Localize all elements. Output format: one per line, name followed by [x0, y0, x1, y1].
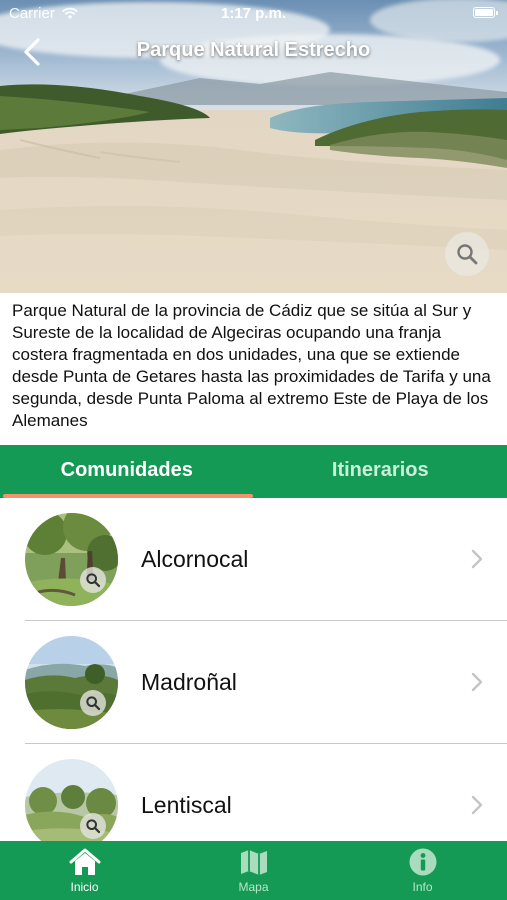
info-icon — [409, 848, 436, 876]
tabbar-label: Info — [412, 880, 433, 894]
thumbnail-zoom-icon — [80, 690, 106, 716]
page-title: Parque Natural Estrecho — [136, 39, 371, 61]
navigation-bar: Parque Natural Estrecho — [0, 30, 507, 74]
communities-list[interactable]: Alcornocal Madroñal Lentiscal — [0, 498, 507, 841]
segment-tabs: Comunidades Itinerarios — [0, 445, 507, 498]
bottom-tab-bar: Inicio Mapa Info — [0, 841, 507, 900]
community-thumbnail — [25, 513, 118, 606]
community-label: Lentiscal — [141, 792, 232, 818]
tab-itinerarios[interactable]: Itinerarios — [254, 445, 507, 498]
community-thumbnail — [25, 636, 118, 729]
list-item[interactable]: Alcornocal — [0, 498, 507, 620]
chevron-right-icon — [471, 672, 483, 692]
thumbnail-zoom-icon — [80, 567, 106, 593]
community-label: Madroñal — [141, 669, 237, 695]
image-zoom-button[interactable] — [445, 232, 489, 276]
tabbar-item-mapa[interactable]: Mapa — [169, 841, 338, 900]
list-item[interactable]: Lentiscal — [0, 744, 507, 841]
thumbnail-zoom-icon — [80, 813, 106, 839]
status-bar: Carrier 1:17 p.m. — [0, 0, 507, 28]
tabbar-item-info[interactable]: Info — [338, 841, 507, 900]
status-time: 1:17 p.m. — [220, 5, 287, 22]
tab-comunidades[interactable]: Comunidades — [0, 445, 254, 498]
chevron-right-icon — [471, 549, 483, 569]
community-label: Alcornocal — [141, 546, 249, 572]
hero-image: Carrier 1:17 p.m. Parque Natural Estrech… — [0, 0, 507, 293]
magnifier-icon — [457, 244, 478, 265]
park-description: Parque Natural de la provincia de Cádiz … — [12, 301, 491, 430]
tabbar-label: Inicio — [70, 880, 99, 894]
chevron-right-icon — [471, 795, 483, 815]
map-icon — [240, 850, 267, 875]
battery-icon — [473, 7, 498, 18]
home-icon — [69, 848, 100, 875]
list-item[interactable]: Madroñal — [0, 621, 507, 743]
tabbar-label: Mapa — [238, 880, 269, 894]
tabbar-item-inicio[interactable]: Inicio — [0, 841, 169, 900]
